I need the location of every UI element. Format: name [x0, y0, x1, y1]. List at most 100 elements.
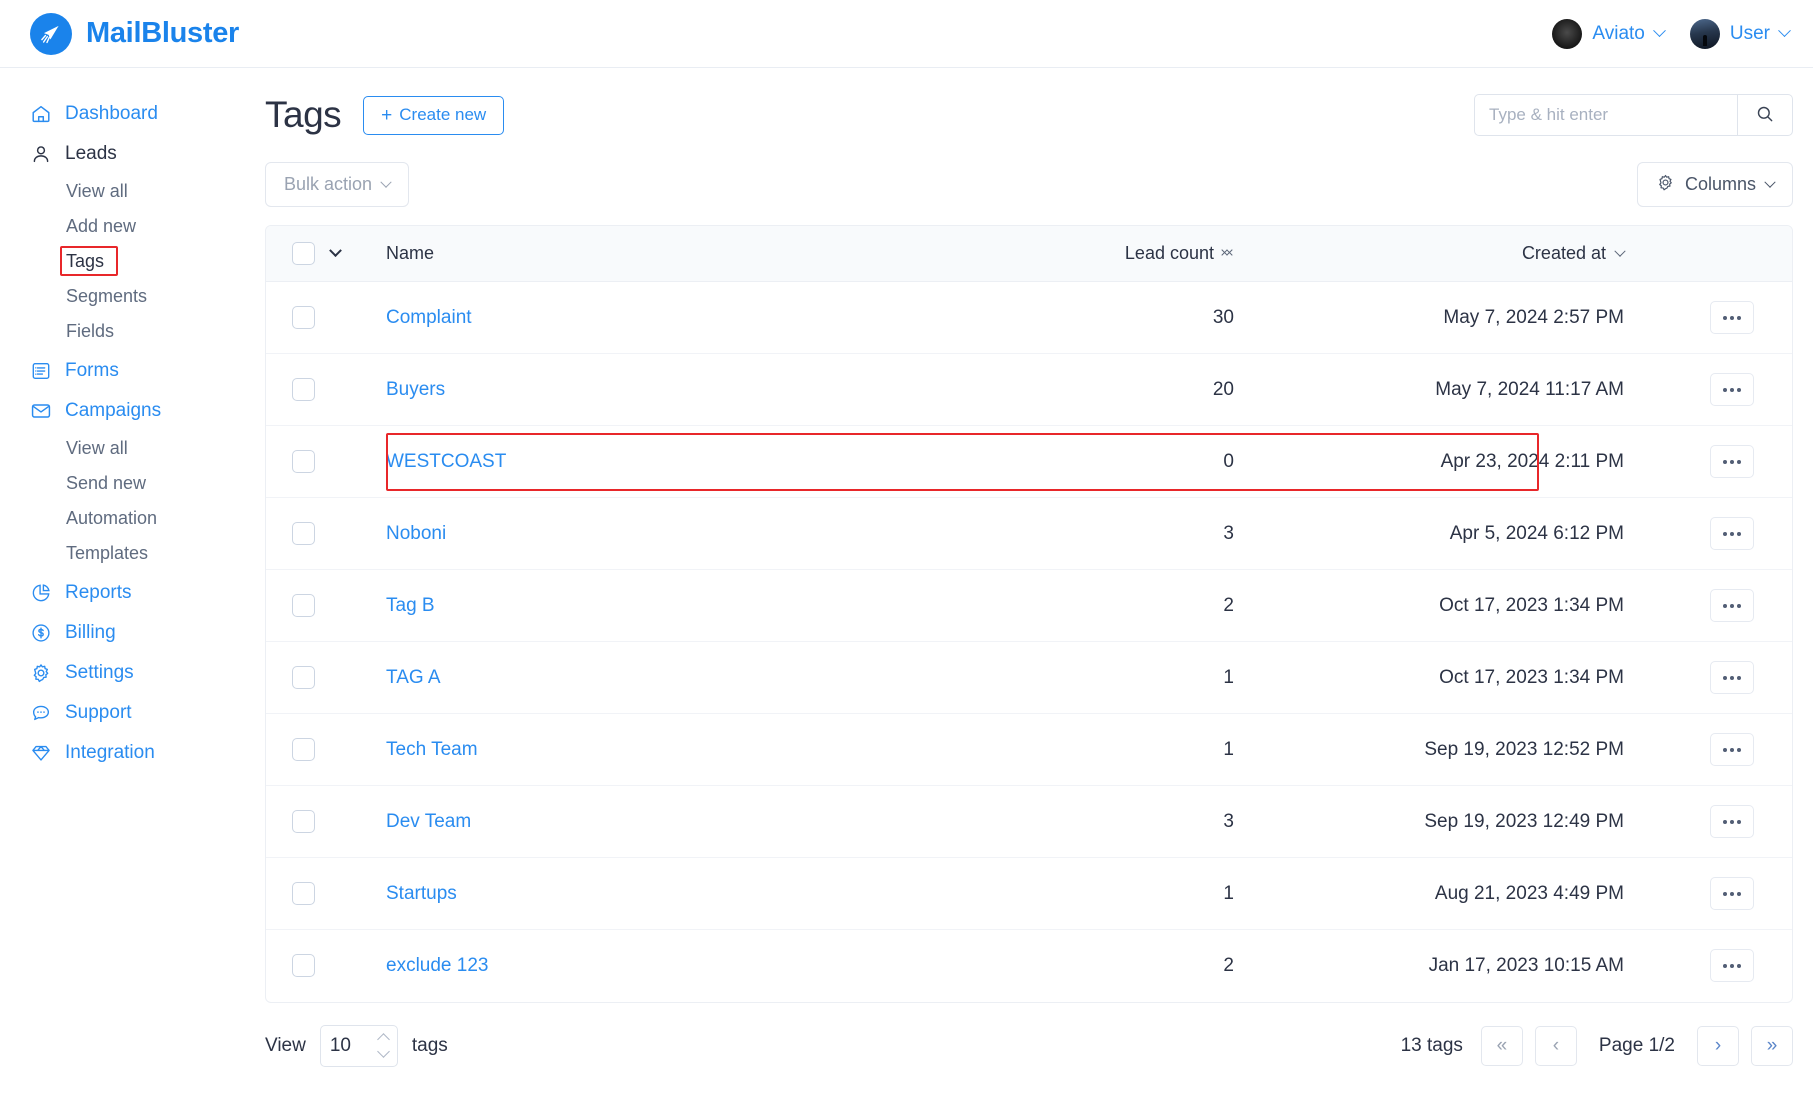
row-checkbox[interactable]: [292, 594, 315, 617]
table-row: exclude 123 2 Jan 17, 2023 10:15 AM: [266, 930, 1792, 1002]
row-checkbox[interactable]: [292, 306, 315, 329]
last-page-button[interactable]: »: [1751, 1025, 1793, 1066]
dot-icon: [1723, 459, 1727, 464]
stepper-arrows-icon[interactable]: [376, 1033, 390, 1058]
page-size-stepper[interactable]: 10: [319, 1024, 398, 1067]
sidebar-item-settings[interactable]: Settings: [0, 653, 243, 693]
tag-name-link[interactable]: Complaint: [386, 307, 472, 328]
column-header-created-at[interactable]: Created at: [1280, 226, 1672, 282]
dot-icon: [1737, 819, 1741, 824]
column-header-lead-count[interactable]: Lead count: [940, 226, 1280, 282]
chevron-down-icon[interactable]: [1614, 245, 1626, 257]
row-checkbox[interactable]: [292, 522, 315, 545]
row-name-cell: WESTCOAST: [370, 425, 1539, 498]
dot-icon: [1737, 675, 1741, 680]
prev-page-button[interactable]: ‹: [1534, 1025, 1577, 1066]
row-lead-count-cell: 0: [940, 425, 1280, 498]
column-header-name[interactable]: Name: [370, 226, 940, 282]
table-row: WESTCOAST 0 Apr 23, 2024 2:11 PM: [266, 425, 1792, 498]
first-page-button[interactable]: «: [1480, 1025, 1523, 1066]
row-lead-count-cell: 1: [940, 713, 1280, 786]
tag-name-link[interactable]: Tag B: [386, 595, 435, 616]
row-actions-button[interactable]: [1710, 589, 1754, 622]
row-checkbox[interactable]: [292, 954, 315, 978]
tag-name-link[interactable]: Dev Team: [386, 811, 471, 832]
org-switcher[interactable]: Aviato: [1552, 18, 1666, 49]
created-at-value: Sep 19, 2023 12:49 PM: [1424, 810, 1624, 832]
row-actions-button[interactable]: [1710, 517, 1754, 550]
tag-name-link[interactable]: Buyers: [386, 379, 445, 400]
user-menu[interactable]: User: [1689, 18, 1791, 49]
table-row: Tech Team 1 Sep 19, 2023 12:52 PM: [266, 713, 1792, 786]
row-actions-button[interactable]: [1710, 445, 1754, 478]
sidebar-item-campaigns[interactable]: Campaigns: [0, 391, 243, 431]
sidebar-item-leads-add-new[interactable]: Add new: [0, 209, 243, 244]
create-new-label: Create new: [399, 105, 487, 124]
row-created-at-cell: May 7, 2024 2:57 PM: [1280, 281, 1672, 354]
dot-icon: [1730, 963, 1734, 968]
search-button[interactable]: [1737, 94, 1793, 136]
row-checkbox[interactable]: [292, 666, 315, 689]
tag-name-link[interactable]: WESTCOAST: [386, 451, 506, 472]
row-checkbox[interactable]: [292, 810, 315, 833]
row-select-cell: [266, 425, 370, 498]
row-actions-button[interactable]: [1710, 661, 1754, 694]
row-lead-count-cell: 3: [940, 785, 1280, 858]
dot-icon: [1730, 531, 1734, 536]
create-new-button[interactable]: + Create new: [363, 95, 505, 135]
row-actions-button[interactable]: [1710, 877, 1754, 910]
topbar-account-area: Aviato User: [1552, 18, 1791, 49]
sort-toggle-icon[interactable]: [1221, 243, 1234, 262]
sidebar-item-campaigns-view-all[interactable]: View all: [0, 431, 243, 466]
sidebar-item-label: Dashboard: [65, 103, 158, 124]
tag-name-link[interactable]: exclude 123: [386, 955, 488, 976]
search-bar: [1474, 94, 1793, 136]
next-page-button[interactable]: ›: [1697, 1025, 1739, 1066]
search-icon: [1755, 104, 1775, 127]
sidebar-item-dashboard[interactable]: Dashboard: [0, 94, 243, 134]
sidebar-item-send-new[interactable]: Send new: [0, 466, 243, 501]
table-row: TAG A 1 Oct 17, 2023 1:34 PM: [266, 641, 1792, 714]
row-checkbox[interactable]: [292, 450, 315, 473]
dot-icon: [1737, 891, 1741, 896]
tag-name-link[interactable]: TAG A: [386, 667, 441, 688]
dot-icon: [1730, 675, 1734, 680]
sidebar-item-fields[interactable]: Fields: [0, 314, 243, 349]
bulk-action-label: Bulk action: [284, 174, 373, 194]
sidebar-item-templates[interactable]: Templates: [0, 536, 243, 571]
sidebar-item-label: Fields: [66, 321, 115, 341]
column-header-label: Created at: [1521, 243, 1606, 263]
columns-button[interactable]: Columns: [1636, 162, 1793, 207]
sidebar-item-billing[interactable]: Billing: [0, 613, 243, 653]
sidebar-item-segments[interactable]: Segments: [0, 279, 243, 314]
row-checkbox[interactable]: [292, 378, 315, 401]
row-actions-button[interactable]: [1710, 949, 1754, 983]
sidebar-item-integration[interactable]: Integration: [0, 733, 243, 773]
sidebar-item-support[interactable]: Support: [0, 693, 243, 733]
tag-name-link[interactable]: Startups: [386, 883, 457, 904]
search-input[interactable]: [1474, 94, 1737, 136]
dot-icon: [1737, 315, 1741, 320]
sidebar-item-automation[interactable]: Automation: [0, 501, 243, 536]
row-actions-button[interactable]: [1710, 733, 1754, 766]
row-actions-button[interactable]: [1710, 373, 1754, 406]
sidebar-item-reports[interactable]: Reports: [0, 573, 243, 613]
sidebar-item-leads-view-all[interactable]: View all: [0, 174, 243, 209]
chevron-down-icon[interactable]: [329, 244, 342, 258]
sidebar-item-leads[interactable]: Leads: [0, 134, 243, 174]
tag-name-link[interactable]: Tech Team: [386, 739, 478, 760]
row-checkbox[interactable]: [292, 738, 315, 761]
lead-count-value: 20: [1212, 378, 1234, 400]
sidebar-item-tags[interactable]: Tags: [0, 244, 243, 279]
row-checkbox[interactable]: [292, 882, 315, 905]
row-actions-button[interactable]: [1710, 805, 1754, 838]
tag-name-link[interactable]: Noboni: [386, 523, 446, 544]
select-all-checkbox[interactable]: [292, 242, 315, 265]
bulk-action-dropdown[interactable]: Bulk action: [265, 162, 410, 207]
sidebar-item-forms[interactable]: Forms: [0, 351, 243, 391]
row-actions-button[interactable]: [1710, 301, 1754, 334]
brand-logo[interactable]: MailBluster: [30, 12, 239, 55]
created-at-value: Aug 21, 2023 4:49 PM: [1434, 882, 1624, 904]
sidebar-item-label: Reports: [65, 582, 132, 603]
row-created-at-cell: Oct 17, 2023 1:34 PM: [1280, 641, 1672, 714]
